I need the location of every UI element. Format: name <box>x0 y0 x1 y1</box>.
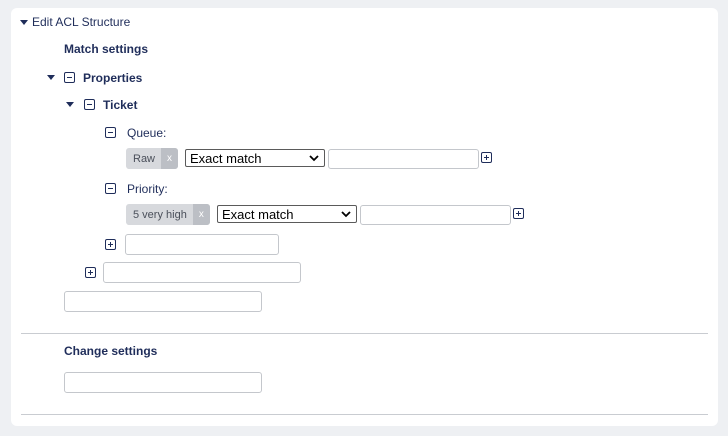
change-settings-title: Change settings <box>64 344 158 358</box>
properties-add-element-plus-icon[interactable] <box>85 267 96 278</box>
priority-operator-value: Exact match <box>222 206 294 222</box>
ticket-label: Ticket <box>103 98 138 112</box>
priority-label: Priority: <box>127 182 168 196</box>
queue-operator-value: Exact match <box>190 150 262 166</box>
bottom-divider <box>21 414 708 415</box>
priority-tag-text: 5 very high <box>133 208 187 221</box>
priority-tag-remove-button[interactable]: x <box>192 204 210 225</box>
queue-operator-select[interactable]: Exact match <box>185 149 325 167</box>
queue-add-plus-icon[interactable] <box>481 152 492 163</box>
queue-tag-remove-button[interactable]: x <box>161 148 179 169</box>
priority-add-plus-icon[interactable] <box>513 208 524 219</box>
change-new-element-input[interactable] <box>64 372 262 393</box>
priority-value-tag: 5 very high x <box>126 204 210 225</box>
edit-acl-structure-title: Edit ACL Structure <box>32 15 131 29</box>
priority-remove-minus-icon[interactable] <box>105 183 116 194</box>
properties-collapse-caret-icon[interactable] <box>47 75 55 80</box>
chevron-down-icon <box>309 155 319 162</box>
section-divider <box>21 333 708 334</box>
queue-value-tag: Raw x <box>126 148 179 169</box>
caret-down-icon <box>20 19 28 25</box>
chevron-down-icon <box>341 211 351 218</box>
queue-remove-minus-icon[interactable] <box>105 127 116 138</box>
properties-label: Properties <box>83 71 143 85</box>
priority-value-input[interactable] <box>360 205 511 225</box>
queue-label: Queue: <box>127 126 167 140</box>
ticket-add-attribute-plus-icon[interactable] <box>105 239 116 250</box>
priority-operator-select[interactable]: Exact match <box>217 205 357 223</box>
properties-collapse-minus-icon[interactable] <box>64 72 75 83</box>
queue-tag-text: Raw <box>133 152 156 165</box>
match-settings-title: Match settings <box>64 42 149 56</box>
properties-new-element-input[interactable] <box>103 262 301 283</box>
edit-acl-structure-toggle[interactable]: Edit ACL Structure <box>20 15 130 29</box>
match-new-element-input[interactable] <box>64 291 262 312</box>
ticket-collapse-minus-icon[interactable] <box>84 99 95 110</box>
ticket-new-attribute-input[interactable] <box>125 234 279 255</box>
queue-value-input[interactable] <box>328 149 479 169</box>
acl-editor-panel: Edit ACL Structure Match settings Proper… <box>11 8 718 426</box>
ticket-collapse-caret-icon[interactable] <box>66 102 74 107</box>
